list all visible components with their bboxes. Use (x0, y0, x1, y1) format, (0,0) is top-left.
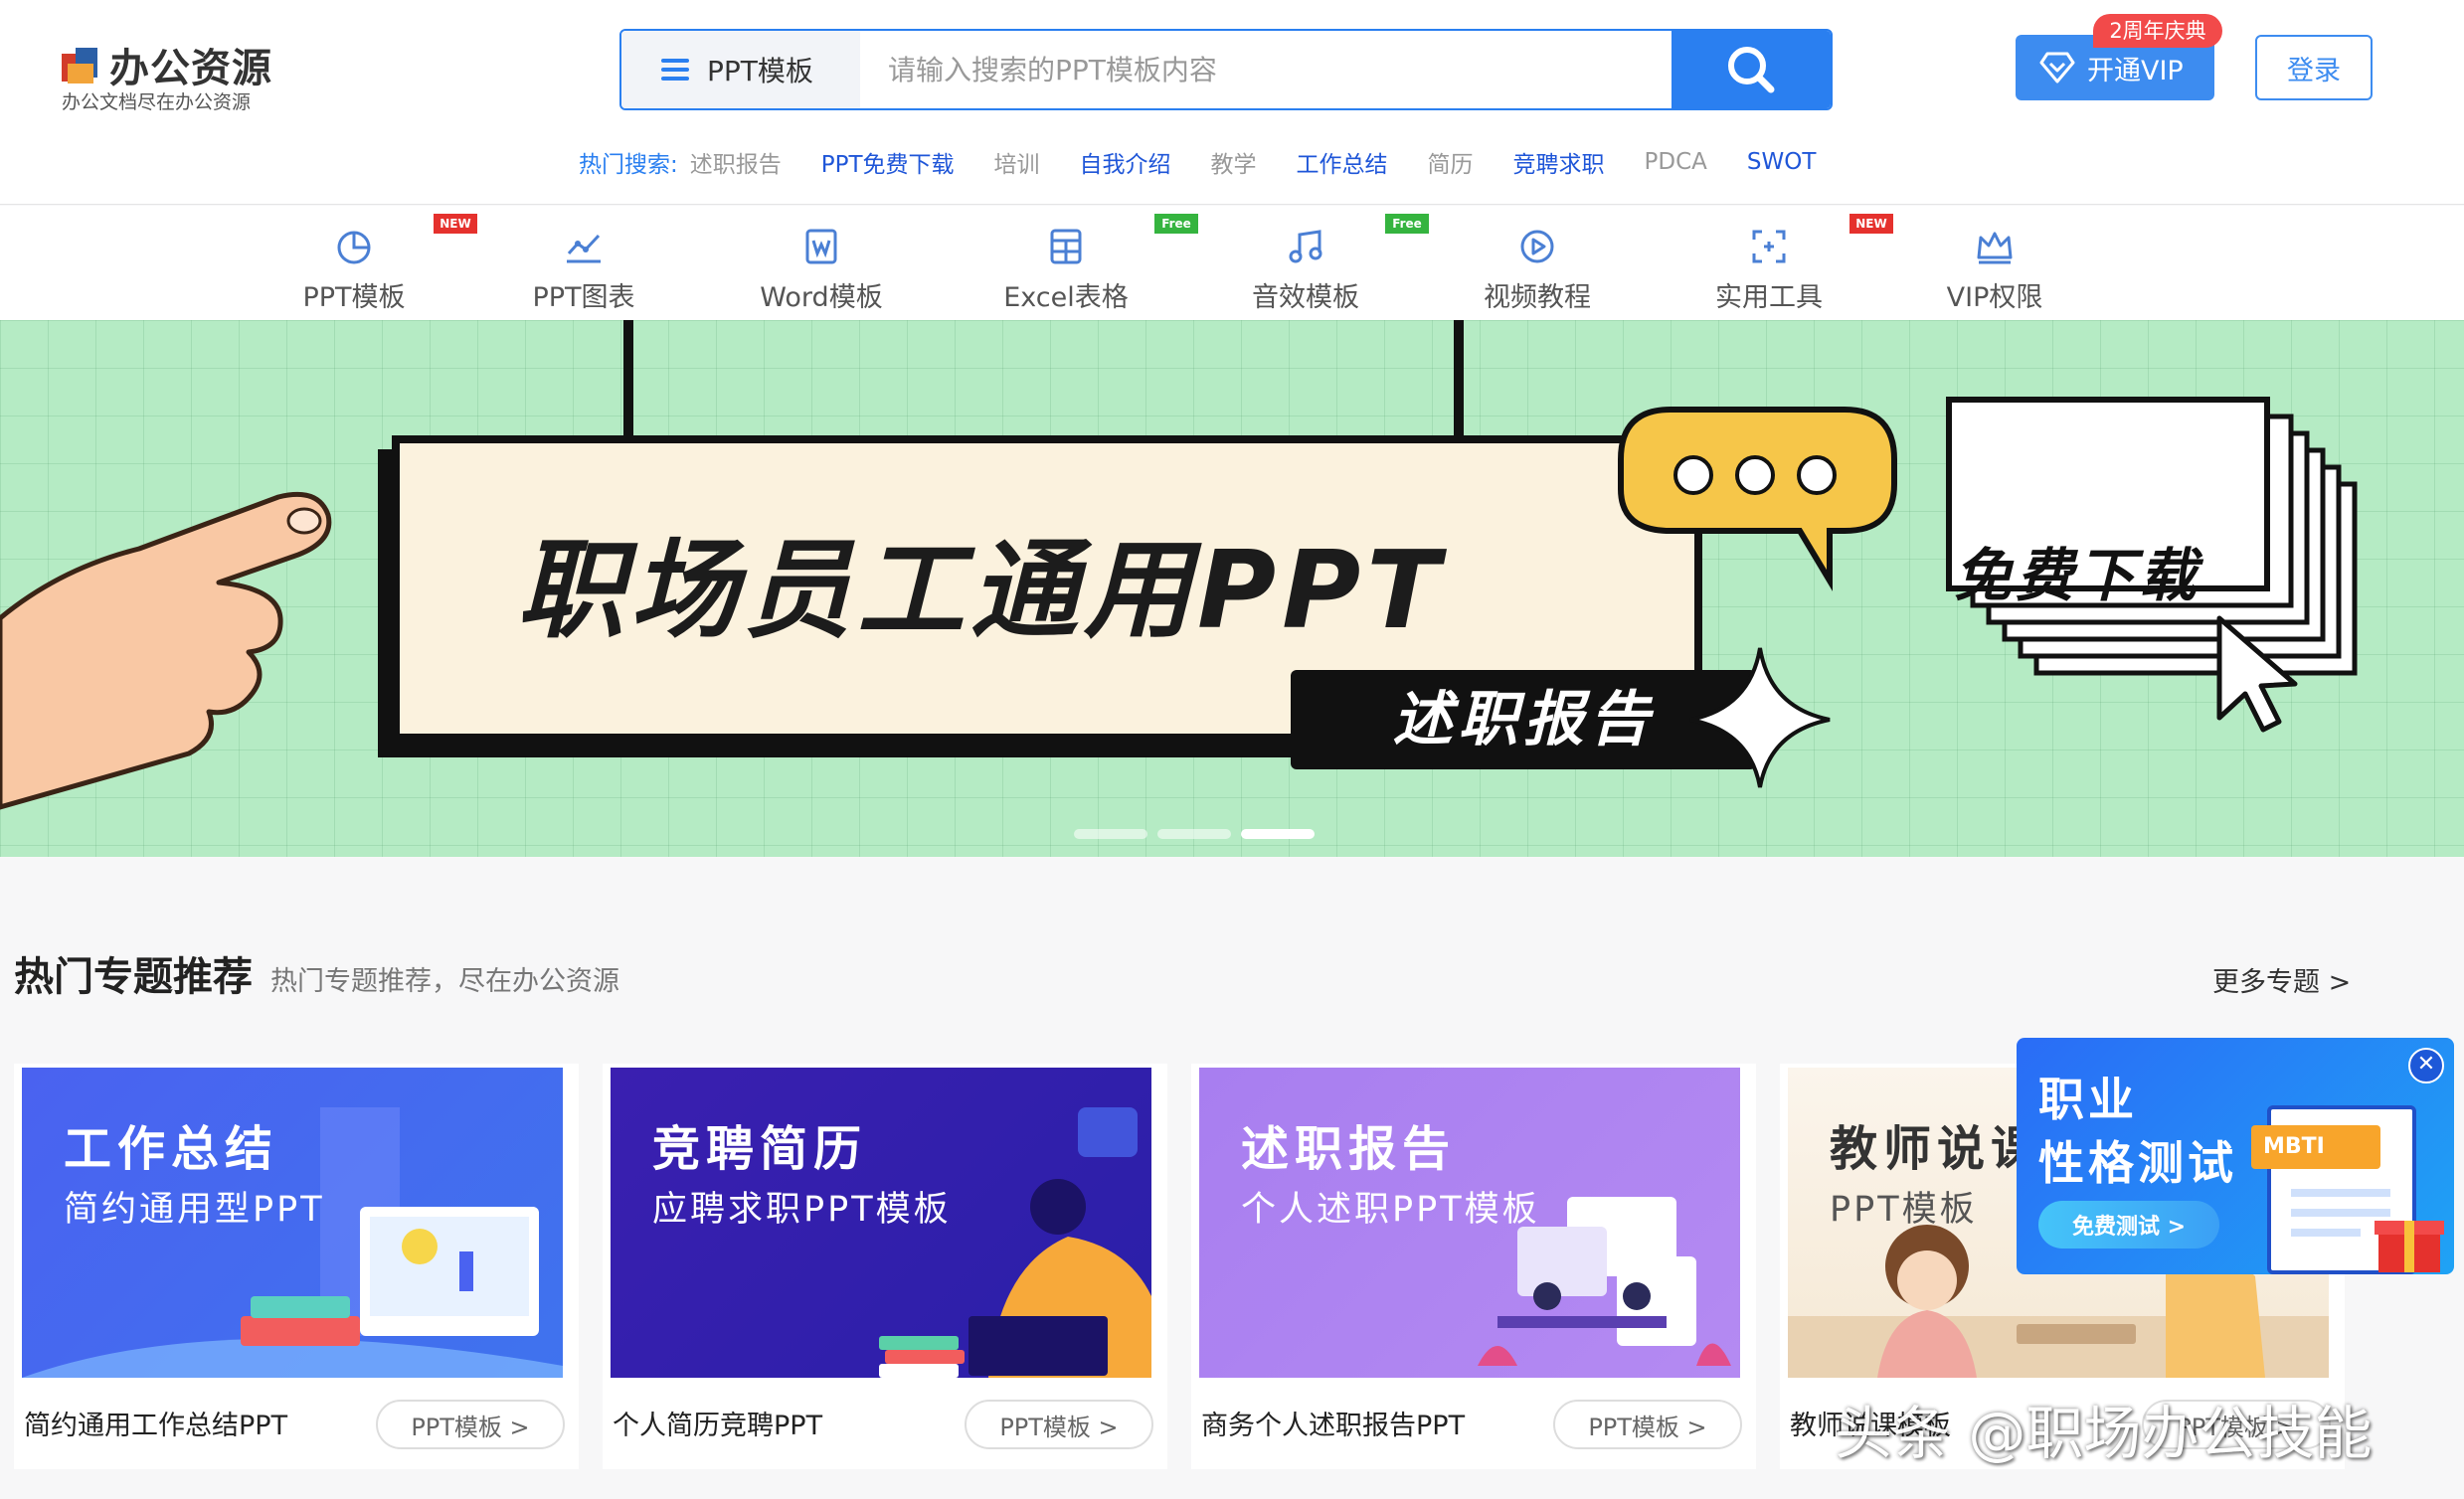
topic-card[interactable]: 工作总结 简约通用型PPT 简约通用工作总结PPT PPT模板 > (14, 1064, 579, 1469)
nav-practical-tools[interactable]: 实用工具 (1689, 216, 1848, 315)
personality-test-popup[interactable]: 职业 性格测试 免费测试 > MBTI ✕ (2017, 1038, 2454, 1274)
card-title: 教师说课 (1830, 1121, 2045, 1177)
topic-card[interactable]: 述职报告 个人述职PPT模板 商务个人述职报告PPT PPT模板 > (1191, 1064, 1756, 1469)
crown-icon (1977, 232, 2013, 264)
nav-label: 音效模板 (1252, 282, 1359, 313)
banner-subtitle: 述职报告 (1392, 685, 1656, 754)
hot-search-link[interactable]: 述职报告 (690, 145, 782, 179)
music-note-icon (1289, 230, 1322, 263)
nav-vip-rights[interactable]: VIP权限 (1915, 216, 2074, 315)
search-bar: PPT模板 (619, 29, 1833, 110)
search-category-label: PPT模板 (707, 55, 813, 87)
hot-search-link[interactable]: 教学 (1211, 145, 1257, 179)
hot-search-link[interactable]: PDCA (1645, 149, 1707, 175)
nav-label: VIP权限 (1946, 282, 2043, 313)
card-subtitle: 应聘求职PPT模板 (652, 1190, 952, 1230)
hot-search-link[interactable]: 竞聘求职 (1513, 145, 1605, 179)
search-icon (1728, 47, 1775, 93)
hot-search-link[interactable]: PPT免费下载 (821, 145, 955, 179)
nav-sound-templates[interactable]: 音效模板 (1226, 216, 1385, 315)
nav-label: 视频教程 (1484, 282, 1591, 313)
card-tag-button[interactable]: PPT模板 > (376, 1400, 565, 1449)
login-button[interactable]: 登录 (2255, 35, 2373, 100)
hot-search-link[interactable]: SWOT (1747, 149, 1817, 175)
card-subtitle: 个人述职PPT模板 (1241, 1190, 1540, 1230)
card-subtitle: 简约通用型PPT (64, 1190, 325, 1230)
menu-icon (661, 59, 689, 81)
nav-ppt-charts[interactable]: PPT图表 (504, 216, 663, 315)
play-circle-icon (1520, 230, 1554, 263)
section-header: 热门专题推荐 热门专题推荐，尽在办公资源 (14, 944, 619, 1002)
nav-ppt-templates[interactable]: PPT模板 (274, 216, 434, 315)
mbti-tag: MBTI (2251, 1125, 2380, 1169)
anniversary-badge: 2周年庆典 (2093, 14, 2222, 48)
hot-search-link[interactable]: 工作总结 (1297, 145, 1388, 179)
nav-word-templates[interactable]: Word模板 (742, 216, 901, 315)
card-tag-button[interactable]: PPT模板 > (1553, 1400, 1742, 1449)
nav-label: Word模板 (760, 282, 883, 313)
nav-label: Excel表格 (1003, 282, 1129, 313)
site-header: 办公资源 办公文档尽在办公资源 PPT模板 热门搜索: 述职报告 PPT免费下载 培… (0, 0, 2464, 205)
hot-search-link[interactable]: 自我介绍 (1080, 145, 1171, 179)
popup-title-line1: 职业 (2038, 1073, 2138, 1126)
card-title: 工作总结 (64, 1121, 279, 1177)
search-category-dropdown[interactable]: PPT模板 (621, 31, 860, 108)
card-image: 工作总结 简约通用型PPT (22, 1068, 563, 1378)
pie-chart-icon (337, 231, 371, 264)
carousel-dot[interactable] (1074, 829, 1147, 839)
popup-title-line2: 性格测试 (2038, 1136, 2237, 1190)
banner-free-download: 免费下载 (1954, 542, 2201, 609)
calculator-icon (1050, 229, 1082, 264)
logo-icon (62, 48, 97, 83)
card-name: 商务个人述职报告PPT (1201, 1411, 1466, 1441)
close-icon[interactable]: ✕ (2408, 1048, 2444, 1083)
nav-label: 实用工具 (1715, 282, 1823, 313)
carousel-dot[interactable] (1157, 829, 1231, 839)
nav-video-tutorials[interactable]: 视频教程 (1458, 216, 1617, 315)
banner-title: 职场员工通用PPT (517, 529, 1446, 653)
section-title: 热门专题推荐 (14, 954, 253, 1000)
category-nav: PPT模板 NEW PPT图表 Word模板 Excel表格 Free 音效模板 (0, 206, 2464, 320)
hot-search: 热门搜索: 述职报告 PPT免费下载 培训 自我介绍 教学 工作总结 简历 竞聘求职 PDCA S… (579, 145, 1855, 179)
nav-label: PPT图表 (532, 282, 635, 313)
free-badge: Free (1385, 214, 1429, 234)
nav-excel-tables[interactable]: Excel表格 (986, 216, 1145, 315)
new-badge: NEW (1849, 214, 1893, 234)
card-name: 简约通用工作总结PPT (24, 1411, 288, 1441)
hot-search-link[interactable]: 培训 (994, 145, 1040, 179)
hero-banner[interactable]: 职场员工通用PPT 述职报告 免费下载 (0, 320, 2464, 857)
brand-name: 办公资源 (109, 46, 272, 91)
diamond-icon (2039, 52, 2075, 83)
carousel-dots (1074, 829, 1315, 839)
search-button[interactable] (1672, 31, 1831, 108)
vip-label: 开通VIP (2087, 55, 2184, 86)
watermark: 头条 @职场办公技能 (1835, 1400, 2373, 1467)
card-title: 竞聘简历 (652, 1121, 868, 1177)
nav-label: PPT模板 (302, 282, 406, 313)
card-image: 述职报告 个人述职PPT模板 (1199, 1068, 1740, 1378)
line-chart-icon (567, 234, 601, 263)
free-badge: Free (1154, 214, 1198, 234)
new-badge: NEW (434, 214, 477, 234)
carousel-dot-active[interactable] (1241, 829, 1315, 839)
card-title: 述职报告 (1241, 1121, 1457, 1177)
card-name: 个人简历竞聘PPT (613, 1411, 823, 1441)
card-tag-button[interactable]: PPT模板 > (965, 1400, 1153, 1449)
card-subtitle: PPT模板 (1830, 1190, 1978, 1230)
site-logo[interactable]: 办公资源 办公文档尽在办公资源 (60, 36, 278, 115)
brand-tagline: 办公文档尽在办公资源 (62, 91, 252, 113)
gift-icon (2375, 1221, 2444, 1272)
free-test-button[interactable]: 免费测试 > (2038, 1201, 2219, 1249)
section-subtitle: 热门专题推荐，尽在办公资源 (270, 966, 619, 997)
hot-search-link[interactable]: 简历 (1428, 145, 1474, 179)
word-doc-icon (805, 229, 837, 264)
more-topics-link[interactable]: 更多专题 > (2212, 960, 2351, 999)
tools-icon (1752, 230, 1786, 263)
search-input[interactable] (888, 45, 1654, 94)
topic-card[interactable]: 竞聘简历 应聘求职PPT模板 个人简历竞聘PPT PPT模板 > (603, 1064, 1167, 1469)
card-image: 竞聘简历 应聘求职PPT模板 (611, 1068, 1151, 1378)
hot-search-label: 热门搜索: (579, 152, 678, 178)
